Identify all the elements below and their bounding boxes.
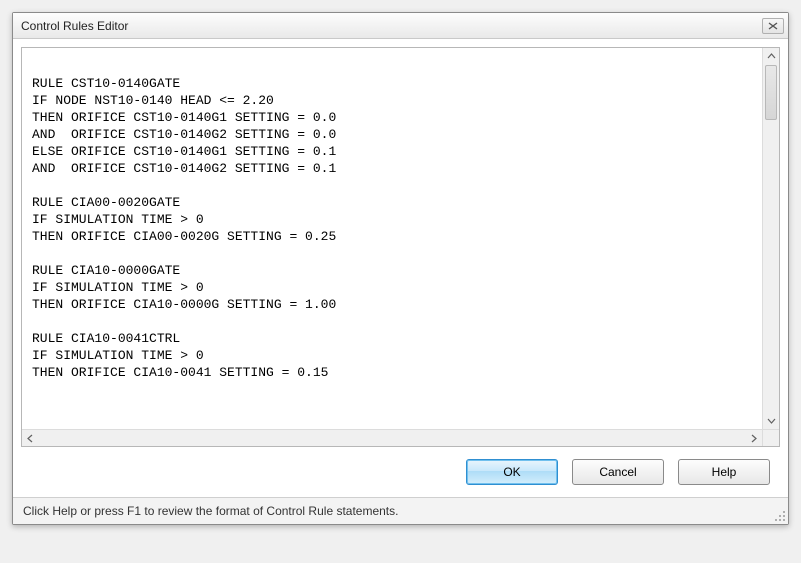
chevron-right-icon xyxy=(749,434,758,443)
scroll-corner xyxy=(762,430,779,446)
vertical-scroll-track[interactable] xyxy=(763,65,779,412)
chevron-left-icon xyxy=(26,434,35,443)
scroll-up-button[interactable] xyxy=(763,48,779,65)
chevron-up-icon xyxy=(767,52,776,61)
statusbar: Click Help or press F1 to review the for… xyxy=(13,497,788,524)
dialog-window: Control Rules Editor RULE CST10-0140GATE… xyxy=(12,12,789,525)
vertical-scrollbar[interactable] xyxy=(762,48,779,429)
close-button[interactable] xyxy=(762,18,784,34)
content-area: RULE CST10-0140GATE IF NODE NST10-0140 H… xyxy=(13,39,788,497)
button-row: OK Cancel Help xyxy=(21,447,780,497)
resize-grip[interactable] xyxy=(772,508,786,522)
titlebar[interactable]: Control Rules Editor xyxy=(13,13,788,39)
status-hint: Click Help or press F1 to review the for… xyxy=(23,504,398,518)
editor-frame: RULE CST10-0140GATE IF NODE NST10-0140 H… xyxy=(21,47,780,447)
close-icon xyxy=(768,22,778,30)
ok-button[interactable]: OK xyxy=(466,459,558,485)
rules-textarea[interactable]: RULE CST10-0140GATE IF NODE NST10-0140 H… xyxy=(22,48,762,429)
help-button[interactable]: Help xyxy=(678,459,770,485)
scroll-down-button[interactable] xyxy=(763,412,779,429)
chevron-down-icon xyxy=(767,416,776,425)
scroll-left-button[interactable] xyxy=(22,430,39,446)
scroll-right-button[interactable] xyxy=(745,430,762,446)
horizontal-scrollbar[interactable] xyxy=(22,429,779,446)
vertical-scroll-thumb[interactable] xyxy=(765,65,777,120)
horizontal-scroll-track[interactable] xyxy=(39,430,745,446)
editor-body: RULE CST10-0140GATE IF NODE NST10-0140 H… xyxy=(22,48,779,429)
cancel-button[interactable]: Cancel xyxy=(572,459,664,485)
window-title: Control Rules Editor xyxy=(21,19,762,33)
